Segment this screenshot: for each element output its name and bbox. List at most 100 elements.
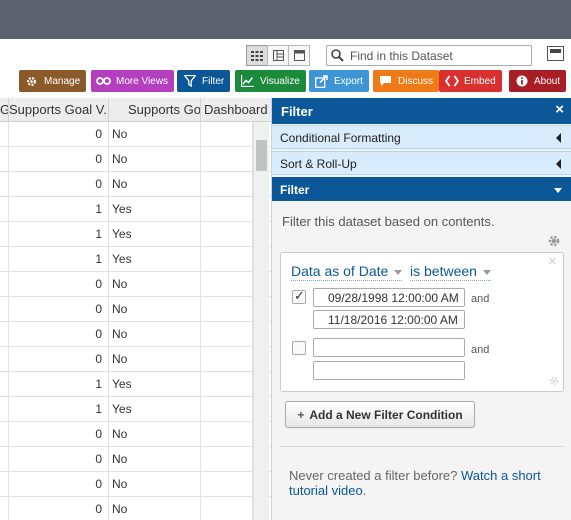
table-row[interactable]: 1 Yes — [0, 197, 271, 222]
condition-checkbox-2[interactable] — [292, 341, 306, 355]
cell-supports-goal[interactable]: No — [109, 297, 201, 322]
table-row[interactable]: 0 No — [0, 447, 271, 472]
to-date-input[interactable]: 11/18/2016 12:00:00 AM — [313, 310, 465, 329]
more-views-button[interactable]: More Views — [91, 70, 175, 92]
about-button[interactable]: About — [509, 70, 567, 92]
cell-dashboard[interactable] — [201, 447, 253, 472]
cell-dashboard[interactable] — [201, 347, 253, 372]
close-panel-icon[interactable]: × — [555, 101, 564, 118]
table-row[interactable]: 0 No — [0, 497, 271, 520]
grid-vertical-scrollbar[interactable] — [253, 122, 269, 520]
cell-supports-goal[interactable]: No — [109, 122, 201, 147]
table-row[interactable]: 0 No — [0, 347, 271, 372]
cell-truncated[interactable] — [0, 172, 9, 197]
fullscreen-toggle-icon[interactable] — [547, 46, 564, 61]
cell-truncated[interactable] — [0, 422, 9, 447]
from-date-input[interactable]: 09/28/1998 12:00:00 AM — [313, 288, 465, 307]
table-row[interactable]: 1 Yes — [0, 222, 271, 247]
cell-supports-goal[interactable]: No — [109, 147, 201, 172]
table-row[interactable]: 0 No — [0, 297, 271, 322]
cell-truncated[interactable] — [0, 147, 9, 172]
column-header-supports-goal-v[interactable]: Supports Goal V. — [9, 98, 109, 122]
cell-supports-goal[interactable]: No — [109, 322, 201, 347]
table-row[interactable]: 1 Yes — [0, 372, 271, 397]
cell-supports-goal-v[interactable]: 0 — [9, 422, 109, 447]
cell-truncated[interactable] — [0, 397, 9, 422]
cell-supports-goal-v[interactable]: 0 — [9, 147, 109, 172]
remove-condition-icon[interactable]: ✕ — [548, 255, 557, 268]
table-row[interactable]: 1 Yes — [0, 247, 271, 272]
grid-view-button[interactable] — [246, 45, 268, 66]
cell-supports-goal[interactable]: No — [109, 172, 201, 197]
cell-supports-goal-v[interactable]: 1 — [9, 397, 109, 422]
cell-supports-goal[interactable]: Yes — [109, 247, 201, 272]
cell-truncated[interactable] — [0, 272, 9, 297]
table-row[interactable]: 0 No — [0, 472, 271, 497]
cell-supports-goal[interactable]: No — [109, 272, 201, 297]
card-view-button[interactable] — [267, 45, 289, 66]
cell-truncated[interactable] — [0, 197, 9, 222]
cell-supports-goal-v[interactable]: 0 — [9, 272, 109, 297]
cell-dashboard[interactable] — [201, 372, 253, 397]
section-sort-rollup[interactable]: Sort & Roll-Up — [272, 151, 571, 175]
from-value-input[interactable] — [313, 338, 465, 357]
cell-supports-goal-v[interactable]: 0 — [9, 472, 109, 497]
cell-dashboard[interactable] — [201, 322, 253, 347]
embed-button[interactable]: Embed — [439, 70, 502, 92]
cell-supports-goal[interactable]: Yes — [109, 397, 201, 422]
table-row[interactable]: 0 No — [0, 147, 271, 172]
manage-button[interactable]: Manage — [19, 70, 87, 92]
cell-supports-goal-v[interactable]: 1 — [9, 197, 109, 222]
scrollbar-thumb[interactable] — [256, 140, 267, 171]
cell-truncated[interactable] — [0, 447, 9, 472]
column-header-supports-goal[interactable]: Supports Goal — [109, 98, 201, 122]
discuss-button[interactable]: Discuss — [373, 70, 440, 92]
cell-supports-goal[interactable]: No — [109, 497, 201, 520]
cell-truncated[interactable] — [0, 297, 9, 322]
filter-button[interactable]: Filter — [177, 70, 231, 92]
search-input[interactable] — [350, 48, 520, 63]
section-conditional-formatting[interactable]: Conditional Formatting — [272, 125, 571, 149]
cell-supports-goal-v[interactable]: 0 — [9, 172, 109, 197]
cell-dashboard[interactable] — [201, 297, 253, 322]
cell-truncated[interactable] — [0, 497, 9, 520]
add-filter-condition-button[interactable]: + Add a New Filter Condition — [285, 401, 475, 428]
cell-supports-goal-v[interactable]: 0 — [9, 297, 109, 322]
column-header-dashboard[interactable]: Dashboard — [201, 98, 271, 122]
cell-supports-goal[interactable]: Yes — [109, 197, 201, 222]
cell-supports-goal-v[interactable]: 0 — [9, 447, 109, 472]
table-row[interactable]: 0 No — [0, 272, 271, 297]
cell-dashboard[interactable] — [201, 247, 253, 272]
cell-dashboard[interactable] — [201, 147, 253, 172]
cell-supports-goal[interactable]: No — [109, 472, 201, 497]
cell-dashboard[interactable] — [201, 397, 253, 422]
section-filter[interactable]: Filter — [272, 177, 571, 201]
table-row[interactable]: 0 No — [0, 172, 271, 197]
column-header-truncated[interactable]: G — [0, 98, 9, 122]
cell-truncated[interactable] — [0, 247, 9, 272]
cell-truncated[interactable] — [0, 347, 9, 372]
cell-truncated[interactable] — [0, 372, 9, 397]
cell-supports-goal-v[interactable]: 0 — [9, 322, 109, 347]
condition-checkbox-1[interactable] — [292, 288, 306, 304]
cell-supports-goal[interactable]: Yes — [109, 372, 201, 397]
table-row[interactable]: 0 No — [0, 122, 271, 147]
cell-supports-goal[interactable]: No — [109, 347, 201, 372]
cell-supports-goal[interactable]: No — [109, 447, 201, 472]
cell-truncated[interactable] — [0, 222, 9, 247]
cell-truncated[interactable] — [0, 322, 9, 347]
single-row-view-button[interactable] — [288, 45, 310, 66]
cell-supports-goal-v[interactable]: 1 — [9, 372, 109, 397]
column-dropdown[interactable]: Data as of Date — [291, 263, 403, 281]
cell-dashboard[interactable] — [201, 172, 253, 197]
dataset-search-box[interactable] — [326, 45, 532, 66]
cell-truncated[interactable] — [0, 472, 9, 497]
gear-icon[interactable] — [547, 234, 561, 248]
cell-dashboard[interactable] — [201, 122, 253, 147]
cell-supports-goal[interactable]: Yes — [109, 222, 201, 247]
to-value-input[interactable] — [313, 361, 465, 380]
operator-dropdown[interactable]: is between — [410, 263, 491, 281]
table-row[interactable]: 0 No — [0, 322, 271, 347]
cell-dashboard[interactable] — [201, 222, 253, 247]
cell-supports-goal-v[interactable]: 0 — [9, 497, 109, 520]
